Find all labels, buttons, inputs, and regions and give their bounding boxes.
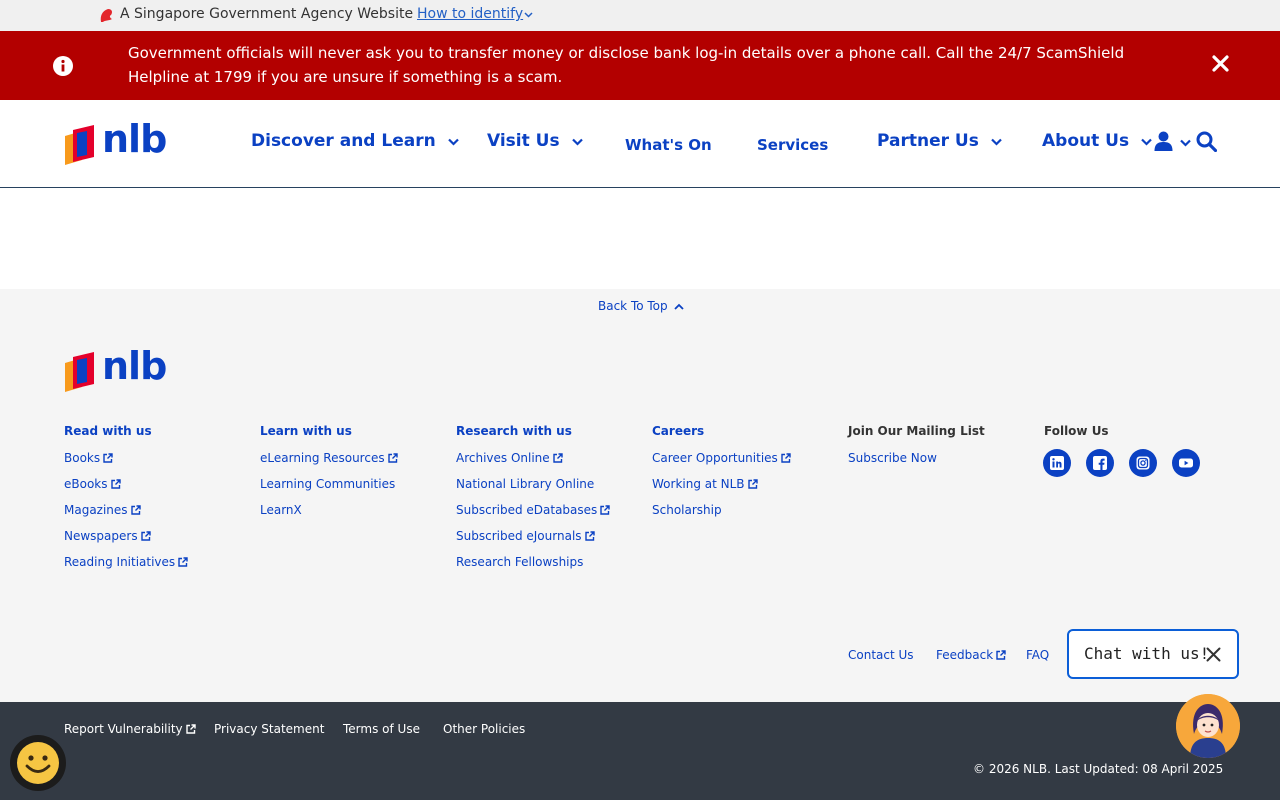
chevron-down-icon bbox=[991, 138, 1002, 146]
footer-link-working-at-nlb[interactable]: Working at NLB bbox=[652, 477, 791, 503]
linkedin-glyph-icon bbox=[1050, 456, 1064, 470]
footer-column-follow-us: Follow Us bbox=[1044, 425, 1109, 451]
chevron-down-icon[interactable] bbox=[1180, 139, 1191, 147]
external-link-icon bbox=[185, 724, 196, 734]
external-link-icon bbox=[781, 453, 791, 463]
footer-heading: Careers bbox=[652, 424, 705, 438]
linkedin-icon[interactable] bbox=[1043, 449, 1071, 477]
nav-visit-us[interactable]: Visit Us bbox=[487, 131, 583, 151]
footer-link-subscribe-now[interactable]: Subscribe Now bbox=[848, 451, 985, 477]
footer-link-subscribed-edatabases[interactable]: Subscribed eDatabases bbox=[456, 503, 610, 529]
chevron-down-icon bbox=[571, 138, 583, 146]
footer-heading: Read with us bbox=[64, 424, 152, 438]
external-link-icon bbox=[110, 479, 121, 489]
chat-prompt[interactable]: Chat with us! bbox=[1067, 629, 1239, 679]
faq-link[interactable]: FAQ bbox=[1026, 648, 1049, 662]
chevron-down-icon[interactable] bbox=[524, 10, 533, 19]
chevron-down-icon bbox=[447, 138, 459, 146]
external-link-icon bbox=[130, 505, 141, 515]
privacy-statement-link[interactable]: Privacy Statement bbox=[214, 722, 324, 736]
footer-link-national-library-online[interactable]: National Library Online bbox=[456, 477, 610, 503]
footer-heading: Learn with us bbox=[260, 424, 352, 438]
chevron-down-icon bbox=[1141, 138, 1152, 146]
user-icon[interactable] bbox=[1154, 131, 1173, 151]
logo-text: nlb bbox=[102, 344, 167, 388]
footer-link-elearning-resources[interactable]: eLearning Resources bbox=[260, 451, 398, 477]
copyright-text: © 2026 NLB. Last Updated: 08 April 2025 bbox=[973, 762, 1224, 776]
footer-link-scholarship[interactable]: Scholarship bbox=[652, 503, 791, 529]
footer-link-ebooks[interactable]: eBooks bbox=[64, 477, 188, 503]
external-link-icon bbox=[584, 531, 595, 541]
youtube-glyph-icon bbox=[1179, 458, 1193, 468]
nav-whats-on[interactable]: What's On bbox=[625, 135, 712, 154]
footer-heading: Follow Us bbox=[1044, 424, 1109, 438]
external-link-icon bbox=[103, 453, 113, 463]
footer-bottom-bar bbox=[0, 702, 1280, 800]
chat-prompt-label: Chat with us! bbox=[1084, 644, 1210, 663]
external-link-icon bbox=[140, 531, 151, 541]
chatbot-avatar[interactable] bbox=[1176, 694, 1240, 758]
footer-nlb-logo[interactable]: nlb bbox=[65, 344, 169, 392]
footer-column-mailing-list: Join Our Mailing List Subscribe Now bbox=[848, 425, 985, 477]
footer-column-read: Read with us Books eBooks Magazines News… bbox=[64, 425, 188, 581]
lion-head-icon bbox=[100, 9, 112, 22]
nav-about-us[interactable]: About Us bbox=[1042, 131, 1152, 151]
nlb-logo[interactable]: nlb bbox=[65, 117, 169, 165]
facebook-icon[interactable] bbox=[1086, 449, 1114, 477]
search-icon[interactable] bbox=[1196, 131, 1217, 152]
info-icon bbox=[53, 56, 73, 76]
external-link-icon bbox=[178, 557, 188, 567]
nav-partner-us[interactable]: Partner Us bbox=[877, 131, 1002, 151]
scam-alert-message: Government officials will never ask you … bbox=[128, 44, 1125, 86]
gov-banner-text: A Singapore Government Agency Website bbox=[120, 6, 414, 22]
footer-link-newspapers[interactable]: Newspapers bbox=[64, 529, 188, 555]
feedback-link[interactable]: Feedback bbox=[936, 648, 1006, 662]
external-link-icon bbox=[552, 453, 563, 463]
footer-column-careers: Careers Career Opportunities Working at … bbox=[652, 425, 791, 529]
scam-alert-banner: Government officials will never ask you … bbox=[0, 31, 1280, 100]
logo-text: nlb bbox=[102, 117, 167, 161]
external-link-icon bbox=[387, 453, 398, 463]
footer-link-books[interactable]: Books bbox=[64, 451, 188, 477]
footer-link-subscribed-ejournals[interactable]: Subscribed eJournals bbox=[456, 529, 610, 555]
assistant-avatar-icon bbox=[1176, 694, 1240, 758]
gov-banner: A Singapore Government Agency Website Ho… bbox=[0, 0, 1280, 31]
footer-heading: Research with us bbox=[456, 424, 572, 438]
nav-discover-and-learn[interactable]: Discover and Learn bbox=[251, 131, 459, 151]
how-to-identify-link[interactable]: How to identify bbox=[417, 6, 523, 22]
instagram-glyph-icon bbox=[1136, 456, 1150, 470]
footer-column-research: Research with us Archives Online Nationa… bbox=[456, 425, 610, 581]
footer-link-reading-initiatives[interactable]: Reading Initiatives bbox=[64, 555, 188, 581]
nav-services[interactable]: Services bbox=[757, 135, 828, 154]
instagram-icon[interactable] bbox=[1129, 449, 1157, 477]
accessibility-smiley-icon[interactable] bbox=[10, 735, 66, 791]
close-icon[interactable] bbox=[1206, 647, 1221, 662]
back-to-top-link[interactable]: Back To Top bbox=[598, 299, 684, 313]
footer-heading: Join Our Mailing List bbox=[848, 424, 985, 438]
footer-link-archives-online[interactable]: Archives Online bbox=[456, 451, 610, 477]
chevron-up-icon bbox=[674, 303, 684, 310]
contact-us-link[interactable]: Contact Us bbox=[848, 648, 914, 662]
footer-link-learnx[interactable]: LearnX bbox=[260, 503, 398, 529]
footer-column-learn: Learn with us eLearning Resources Learni… bbox=[260, 425, 398, 529]
footer-link-magazines[interactable]: Magazines bbox=[64, 503, 188, 529]
close-icon[interactable] bbox=[1211, 54, 1230, 73]
smiley-face-icon bbox=[17, 742, 59, 784]
terms-of-use-link[interactable]: Terms of Use bbox=[343, 722, 420, 736]
facebook-glyph-icon bbox=[1093, 456, 1107, 470]
footer-link-research-fellowships[interactable]: Research Fellowships bbox=[456, 555, 610, 581]
footer-link-learning-communities[interactable]: Learning Communities bbox=[260, 477, 398, 503]
report-vulnerability-link[interactable]: Report Vulnerability bbox=[64, 722, 196, 736]
external-link-icon bbox=[747, 479, 758, 489]
youtube-icon[interactable] bbox=[1172, 449, 1200, 477]
external-link-icon bbox=[600, 505, 610, 515]
other-policies-link[interactable]: Other Policies bbox=[443, 722, 525, 736]
footer-link-career-opportunities[interactable]: Career Opportunities bbox=[652, 451, 791, 477]
external-link-icon bbox=[996, 650, 1006, 660]
